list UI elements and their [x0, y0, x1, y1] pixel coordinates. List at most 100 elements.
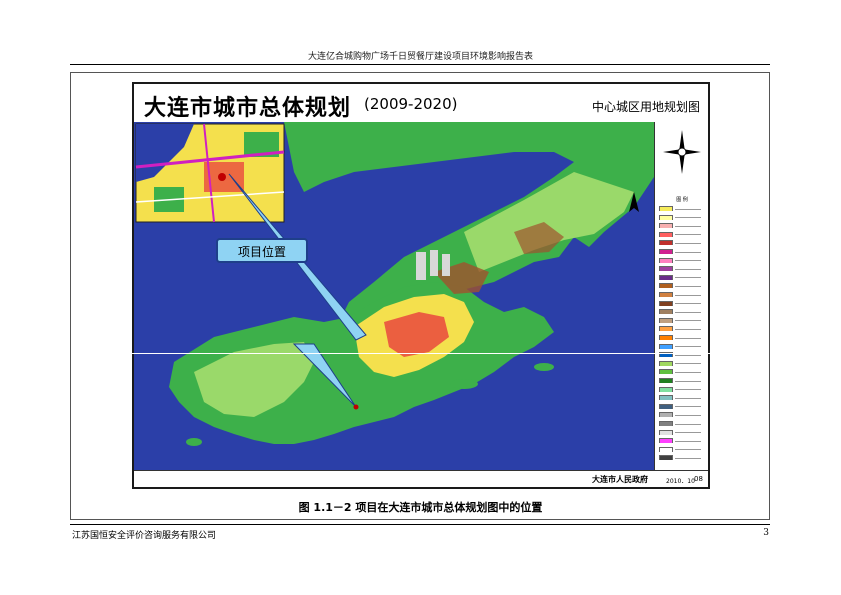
- legend-item: [659, 240, 707, 246]
- footer-rule: [70, 524, 770, 525]
- legend-item: [659, 206, 707, 211]
- legend-text-line: [675, 311, 701, 313]
- legend-text-line: [675, 242, 701, 244]
- legend-item: [659, 360, 707, 366]
- legend-text-line: [675, 208, 701, 210]
- legend-item: [659, 438, 707, 444]
- legend-text-line: [675, 285, 701, 287]
- scan-artifact-line: [132, 353, 710, 354]
- planning-map: 大连市城市总体规划 (2009-2020) 中心城区用地规划图 图 例 大连市人…: [132, 82, 710, 489]
- legend-text-line: [675, 423, 701, 425]
- legend-swatch: [659, 231, 673, 237]
- legend-item: [659, 283, 707, 289]
- legend-swatch: [659, 455, 673, 461]
- legend-swatch: [659, 283, 673, 289]
- island: [186, 438, 202, 446]
- legend-item: [659, 274, 707, 280]
- legend-panel: 图 例: [654, 122, 708, 487]
- legend-text-line: [675, 268, 701, 270]
- legend-swatch: [659, 360, 673, 366]
- legend-swatch: [659, 446, 673, 452]
- legend-text-line: [675, 234, 701, 236]
- legend-swatch: [659, 429, 673, 435]
- map-footer-band: 大连市人民政府 2010．10 08: [134, 470, 708, 487]
- legend-item: [659, 386, 707, 392]
- figure-caption: 图 1.1－2 项目在大连市城市总体规划图中的位置: [298, 501, 543, 514]
- legend-swatch: [659, 257, 673, 263]
- legend-item: [659, 369, 707, 375]
- map-title: 大连市城市总体规划: [144, 96, 352, 121]
- legend-item: [659, 421, 707, 426]
- legend-text-line: [675, 432, 701, 434]
- pier-2: [430, 250, 438, 276]
- legend-swatch: [659, 335, 673, 340]
- legend-item: [659, 231, 707, 237]
- legend-text-line: [675, 457, 701, 459]
- legend-swatch: [659, 309, 673, 315]
- legend-item: [659, 378, 707, 383]
- legend-text-line: [675, 303, 701, 305]
- legend-text-line: [675, 363, 701, 365]
- legend-text-line: [675, 354, 701, 356]
- legend-text-line: [675, 337, 701, 339]
- sheet-number: 08: [694, 475, 703, 483]
- legend-swatch: [659, 240, 673, 246]
- header-rule: [70, 64, 770, 65]
- legend-text-line: [675, 260, 701, 262]
- legend-text-line: [675, 217, 701, 219]
- footer-company: 江苏国恒安全评价咨询服务有限公司: [72, 531, 217, 541]
- legend-text-line: [675, 294, 701, 296]
- legend-text-line: [675, 389, 701, 391]
- legend-text-line: [675, 346, 701, 348]
- legend-item: [659, 395, 707, 401]
- map-date: 2010．10: [666, 478, 695, 485]
- legend-text-line: [675, 251, 701, 253]
- legend-swatch: [659, 343, 673, 349]
- legend-text-line: [675, 380, 701, 382]
- pier-3: [442, 254, 450, 276]
- legend-text-line: [675, 397, 701, 399]
- pier-1: [416, 252, 426, 280]
- legend-item: [659, 249, 707, 254]
- legend-swatch: [659, 300, 673, 306]
- legend-swatch: [659, 403, 673, 409]
- legend-swatch: [659, 292, 673, 297]
- compass-rose-icon: [663, 130, 701, 174]
- legend-item: [659, 446, 707, 452]
- legend-item: [659, 257, 707, 263]
- map-title-years: (2009-2020): [364, 95, 458, 113]
- legend-item: [659, 326, 707, 332]
- legend-item: [659, 214, 707, 220]
- legend-swatch: [659, 326, 673, 332]
- legend-swatch: [659, 378, 673, 383]
- issuing-authority: 大连市人民政府: [592, 475, 648, 484]
- legend-swatch: [659, 317, 673, 323]
- legend-swatch: [659, 249, 673, 254]
- legend-swatch: [659, 266, 673, 272]
- legend-swatch: [659, 438, 673, 444]
- legend-item: [659, 266, 707, 272]
- legend-text-line: [675, 328, 701, 330]
- legend-swatch: [659, 223, 673, 229]
- legend-swatch: [659, 274, 673, 280]
- map-drawing: [134, 122, 654, 470]
- page-number: 3: [763, 528, 769, 538]
- legend-item: [659, 403, 707, 409]
- legend-item: [659, 429, 707, 435]
- legend-item: [659, 309, 707, 315]
- legend-text-line: [675, 225, 701, 227]
- map-subtitle: 中心城区用地规划图: [591, 100, 700, 114]
- legend-item: [659, 343, 707, 349]
- legend-swatch: [659, 369, 673, 375]
- legend-item: [659, 223, 707, 229]
- project-site-marker: [353, 404, 359, 410]
- legend-swatch: [659, 206, 673, 211]
- legend-text-line: [675, 406, 701, 408]
- legend-text-line: [675, 277, 701, 279]
- legend-text-line: [675, 414, 701, 416]
- project-location-callout: 项目位置: [216, 238, 308, 263]
- legend-text-line: [675, 449, 701, 451]
- legend-text-line: [675, 371, 701, 373]
- legend-swatch: [659, 386, 673, 392]
- map-title-band: 大连市城市总体规划 (2009-2020) 中心城区用地规划图: [134, 84, 708, 122]
